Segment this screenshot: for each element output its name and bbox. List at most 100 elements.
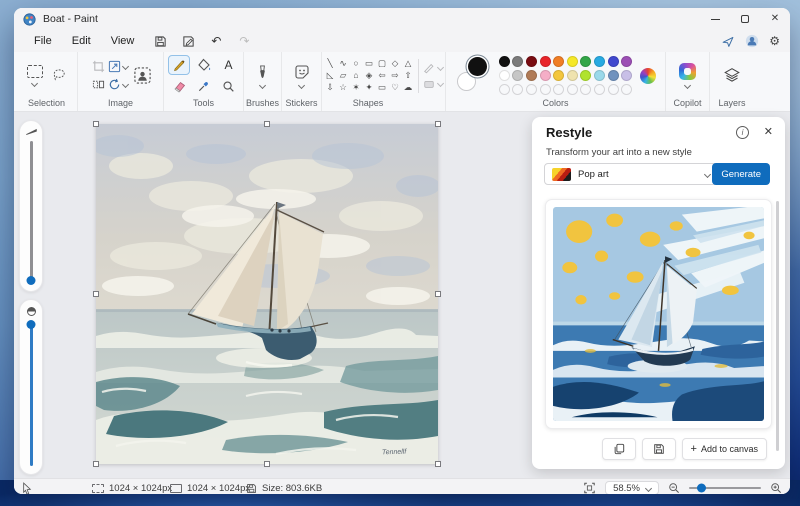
text-tool[interactable]: A	[218, 55, 240, 75]
canvas[interactable]: Tennellf	[93, 121, 441, 467]
zoom-level-dropdown[interactable]: 58.5%	[605, 481, 659, 494]
flip-icon[interactable]	[92, 78, 105, 91]
color-swatch[interactable]	[621, 83, 633, 95]
stickers-chevron-icon[interactable]	[297, 81, 306, 89]
color-swatch[interactable]	[512, 70, 524, 81]
edit-colors-icon[interactable]	[640, 67, 657, 84]
color-swatch[interactable]	[621, 70, 633, 81]
eraser-tool[interactable]	[168, 77, 190, 97]
color-swatch[interactable]	[566, 70, 578, 81]
layers-icon[interactable]	[723, 67, 741, 84]
close-button[interactable]: ✕	[760, 8, 790, 30]
opacity-thumb[interactable]	[26, 320, 36, 329]
resize-chevron-icon[interactable]	[121, 62, 130, 71]
color-1-swatch[interactable]	[467, 56, 487, 76]
color-swatch[interactable]	[553, 83, 565, 95]
pencil-tool[interactable]	[167, 54, 190, 75]
color-swatch[interactable]	[593, 70, 605, 81]
shape-icon[interactable]: ◇	[389, 58, 401, 69]
restyle-close-button[interactable]: ✕	[764, 125, 773, 138]
shape-icon[interactable]: ▭	[363, 58, 375, 69]
rotate-chevron-icon[interactable]	[121, 80, 130, 89]
thickness-track[interactable]	[26, 141, 36, 285]
boat-painting[interactable]	[96, 124, 438, 464]
selection-handle[interactable]	[264, 121, 270, 127]
save-button[interactable]	[148, 33, 172, 50]
shape-icon[interactable]: ⇩	[324, 82, 336, 93]
shape-icon[interactable]: ▱	[337, 70, 349, 81]
resize-icon[interactable]	[108, 60, 121, 73]
style-dropdown[interactable]: Pop art	[544, 163, 718, 185]
share-icon[interactable]	[721, 35, 735, 48]
selection-handle[interactable]	[93, 291, 99, 297]
color-swatch[interactable]	[498, 83, 510, 95]
thickness-thumb[interactable]	[26, 276, 36, 285]
shape-icon[interactable]: ✶	[350, 82, 362, 93]
fill-tool[interactable]	[193, 55, 215, 75]
fit-to-screen-icon[interactable]	[583, 482, 596, 494]
copilot-chevron-icon[interactable]	[683, 81, 692, 90]
copy-result-button[interactable]	[601, 438, 636, 460]
eyedropper-tool[interactable]	[193, 77, 215, 97]
shape-icon[interactable]: ☁	[402, 82, 414, 93]
color-swatch[interactable]	[526, 56, 538, 68]
selection-handle[interactable]	[264, 461, 270, 467]
zoom-out-icon[interactable]	[668, 482, 680, 494]
selection-handle[interactable]	[93, 461, 99, 467]
minimize-button[interactable]	[700, 8, 730, 30]
maximize-button[interactable]	[730, 8, 760, 30]
color-swatch[interactable]	[553, 70, 565, 81]
color-swatch[interactable]	[580, 83, 592, 95]
thickness-slider[interactable]	[19, 120, 43, 292]
selection-dropdown-chevron-icon[interactable]	[30, 79, 39, 88]
shape-icon[interactable]: ✦	[363, 82, 375, 93]
rotate-icon[interactable]	[108, 78, 121, 91]
save-as-button[interactable]	[176, 33, 200, 50]
shape-icon[interactable]: ○	[350, 58, 362, 69]
info-button[interactable]: i	[736, 126, 749, 139]
shape-icon[interactable]: ♡	[389, 82, 401, 93]
shape-outline-button[interactable]	[423, 62, 445, 74]
shape-icon[interactable]: ⇧	[402, 70, 414, 81]
opacity-slider[interactable]	[19, 299, 43, 475]
shape-icon[interactable]: ◈	[363, 70, 375, 81]
shape-icon[interactable]: ⇨	[389, 70, 401, 81]
color-swatch[interactable]	[566, 56, 578, 68]
rect-select-icon[interactable]	[26, 65, 43, 78]
color-swatch[interactable]	[607, 83, 619, 95]
color-swatch[interactable]	[526, 83, 538, 95]
zoom-in-icon[interactable]	[770, 482, 782, 494]
color-swatch[interactable]	[539, 56, 551, 68]
generate-button[interactable]: Generate	[712, 163, 770, 185]
opacity-track[interactable]	[26, 320, 36, 466]
color-swatch[interactable]	[512, 83, 524, 95]
background-removal-icon[interactable]	[133, 66, 152, 85]
color-swatch[interactable]	[498, 70, 510, 81]
menu-view[interactable]: View	[101, 33, 145, 49]
color-swatch[interactable]	[512, 56, 524, 68]
color-swatch[interactable]	[539, 83, 551, 95]
copilot-icon[interactable]	[679, 63, 696, 80]
color-swatch[interactable]	[553, 56, 565, 68]
shape-icon[interactable]: △	[402, 58, 414, 69]
brushes-chevron-icon[interactable]	[258, 81, 267, 89]
color-swatch[interactable]	[526, 70, 538, 81]
crop-icon[interactable]	[92, 60, 105, 73]
undo-button[interactable]: ↶	[204, 33, 228, 50]
color-swatch[interactable]	[607, 56, 619, 68]
zoom-slider[interactable]	[689, 483, 761, 493]
color-swatch[interactable]	[580, 56, 592, 68]
color-swatch[interactable]	[593, 83, 605, 95]
shape-icon[interactable]: ▭	[376, 82, 388, 93]
titlebar[interactable]: Boat - Paint ✕	[14, 8, 790, 30]
shape-icon[interactable]: ▢	[376, 58, 388, 69]
color-swatch[interactable]	[580, 70, 592, 81]
color-swatch[interactable]	[621, 56, 633, 68]
menu-file[interactable]: File	[24, 33, 62, 49]
shape-fill-button[interactable]	[423, 78, 445, 90]
selection-handle[interactable]	[435, 461, 441, 467]
shape-icon[interactable]: ☆	[337, 82, 349, 93]
shape-icon[interactable]: ⇦	[376, 70, 388, 81]
redo-button[interactable]: ↷	[232, 33, 256, 50]
brush-icon[interactable]	[255, 64, 270, 80]
